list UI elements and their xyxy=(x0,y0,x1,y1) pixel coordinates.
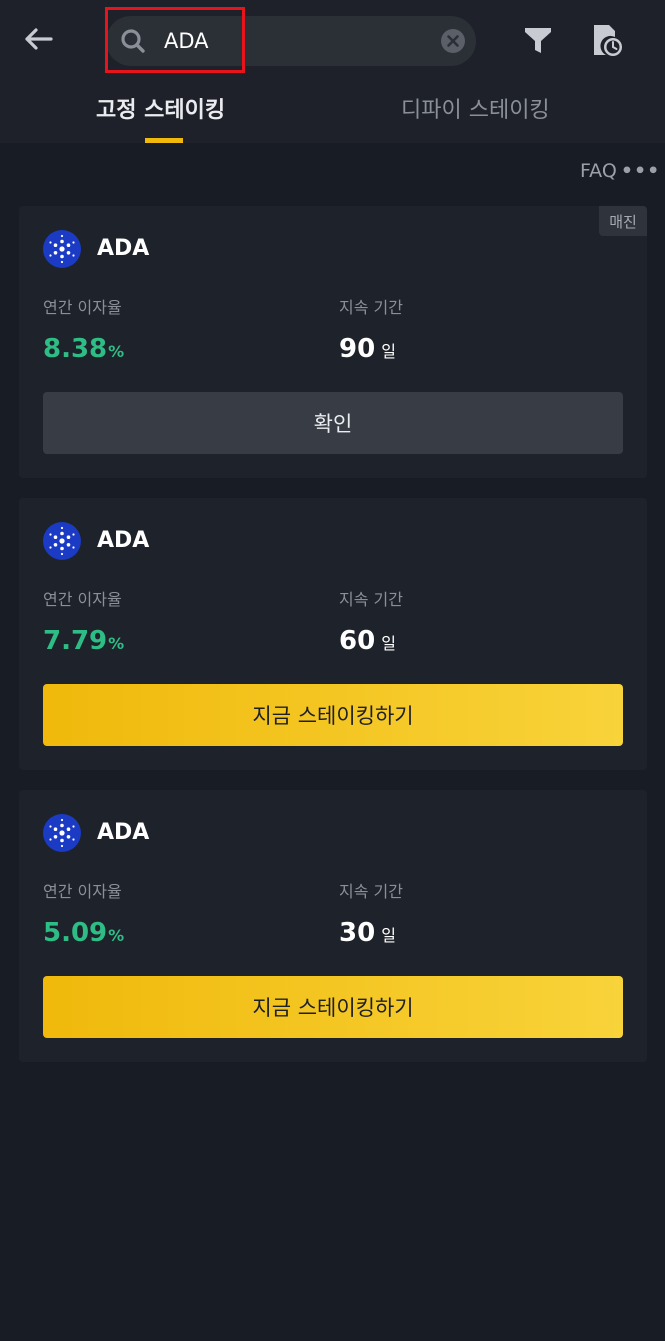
duration-unit: 일 xyxy=(381,926,396,945)
duration-value: 60 일 xyxy=(339,626,396,656)
coin-name: ADA xyxy=(97,528,150,553)
apr-label: 연간 이자율 xyxy=(43,590,122,609)
history-document-clock-icon[interactable] xyxy=(589,22,623,58)
faq-link[interactable]: FAQ ••• xyxy=(580,160,660,182)
duration-unit: 일 xyxy=(381,342,396,361)
faq-label: FAQ xyxy=(580,160,617,182)
apr-value: 7.79% xyxy=(43,626,124,656)
apr-label: 연간 이자율 xyxy=(43,882,122,901)
duration-number: 90 xyxy=(339,334,376,364)
stake-now-button[interactable]: 지금 스테이킹하기 xyxy=(43,684,623,746)
staking-product-card: ADA 연간 이자율 지속 기간 7.79% 60 일 지금 스테이킹하기 xyxy=(19,498,647,770)
apr-unit: % xyxy=(108,342,125,361)
apr-number: 8.38 xyxy=(43,334,108,364)
duration-value: 30 일 xyxy=(339,918,396,948)
duration-value: 90 일 xyxy=(339,334,396,364)
duration-unit: 일 xyxy=(381,634,396,653)
top-bar: 고정 스테이킹 디파이 스테이킹 xyxy=(0,0,665,143)
staking-product-card: 매진 ADA 연간 이자율 지속 기간 8.38% 90 일 확인 xyxy=(19,206,647,478)
apr-value: 5.09% xyxy=(43,918,124,948)
confirm-button[interactable]: 확인 xyxy=(43,392,623,454)
cardano-logo-icon xyxy=(43,814,81,852)
cardano-logo-icon xyxy=(43,522,81,560)
apr-label: 연간 이자율 xyxy=(43,298,122,317)
apr-unit: % xyxy=(108,634,125,653)
search-input[interactable] xyxy=(164,24,414,58)
staking-product-card: ADA 연간 이자율 지속 기간 5.09% 30 일 지금 스테이킹하기 xyxy=(19,790,647,1062)
sold-out-badge: 매진 xyxy=(599,206,647,236)
tab-defi-staking[interactable]: 디파이 스테이킹 xyxy=(401,92,550,124)
coin-name: ADA xyxy=(97,236,150,261)
apr-number: 5.09 xyxy=(43,918,108,948)
arrow-left-icon xyxy=(25,28,53,50)
cardano-logo-icon xyxy=(43,230,81,268)
search-icon xyxy=(121,29,145,53)
more-dots-icon: ••• xyxy=(620,160,661,182)
back-button[interactable] xyxy=(18,22,58,56)
search-box[interactable] xyxy=(106,16,476,66)
tab-fixed-staking[interactable]: 고정 스테이킹 xyxy=(96,92,225,124)
duration-number: 30 xyxy=(339,918,376,948)
apr-value: 8.38% xyxy=(43,334,124,364)
apr-unit: % xyxy=(108,926,125,945)
duration-label: 지속 기간 xyxy=(339,590,403,609)
clear-circle-icon[interactable] xyxy=(440,28,466,54)
active-tab-indicator xyxy=(145,138,183,143)
apr-number: 7.79 xyxy=(43,626,108,656)
stake-now-button[interactable]: 지금 스테이킹하기 xyxy=(43,976,623,1038)
coin-name: ADA xyxy=(97,820,150,845)
duration-label: 지속 기간 xyxy=(339,882,403,901)
duration-label: 지속 기간 xyxy=(339,298,403,317)
duration-number: 60 xyxy=(339,626,376,656)
filter-funnel-icon[interactable] xyxy=(522,24,554,56)
